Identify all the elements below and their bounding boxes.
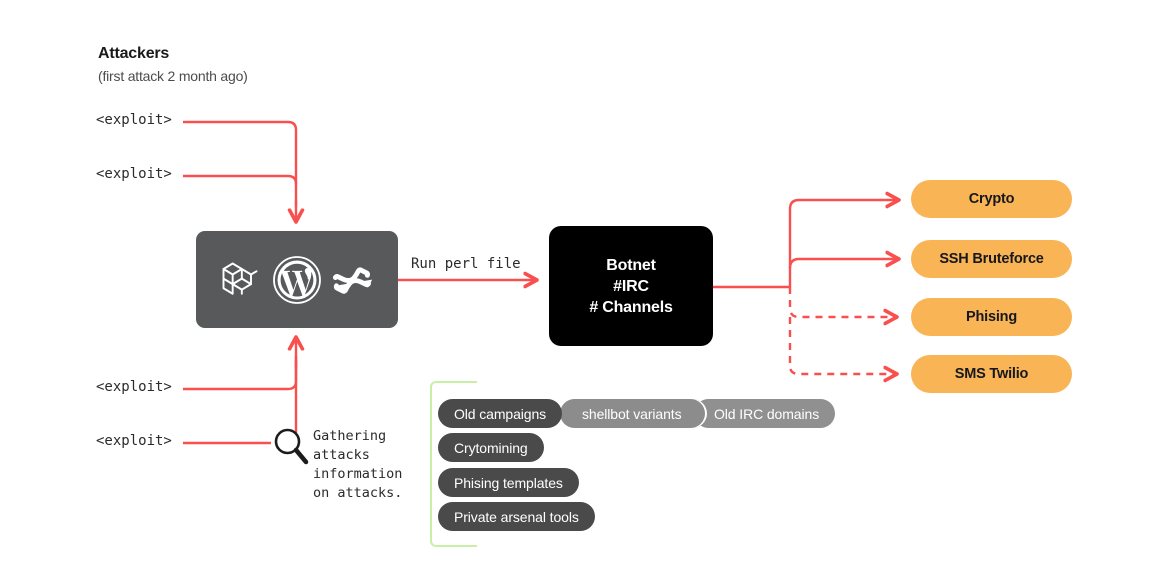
- edge-exploit2: [183, 174, 298, 185]
- edge-outcome-crypto: [788, 200, 899, 287]
- laravel-icon: [218, 258, 262, 302]
- tag-private-arsenal-tools[interactable]: Private arsenal tools: [438, 502, 595, 531]
- outcome-phising[interactable]: Phising: [911, 298, 1072, 336]
- exploit-label-3: <exploit>: [96, 379, 172, 395]
- outcome-crypto[interactable]: Crypto: [911, 180, 1072, 218]
- edge-outcome-phising: [788, 287, 897, 317]
- outcome-ssh-bruteforce[interactable]: SSH Bruteforce: [911, 240, 1072, 278]
- page-title: Attackers: [98, 45, 170, 62]
- tag-old-irc-domains[interactable]: Old IRC domains: [694, 399, 836, 428]
- run-perl-label: Run perl file: [411, 256, 521, 272]
- search-icon: [271, 425, 311, 467]
- edge-exploit3: [183, 356, 298, 391]
- botnet-label: Botnet #IRC # Channels: [589, 256, 673, 316]
- tag-old-campaigns[interactable]: Old campaigns: [438, 399, 563, 428]
- edge-outcome-ssh: [788, 259, 899, 269]
- exploit-label-1: <exploit>: [96, 112, 172, 128]
- wordpress-icon: [271, 254, 323, 306]
- exploit-label-4: <exploit>: [96, 433, 172, 449]
- confluence-icon: [332, 258, 376, 302]
- edge-outcome-sms: [788, 317, 897, 374]
- exploit-label-2: <exploit>: [96, 166, 172, 182]
- tag-crytomining[interactable]: Crytomining: [438, 433, 544, 462]
- botnet-box: Botnet #IRC # Channels: [549, 226, 713, 346]
- outcome-sms-twilio[interactable]: SMS Twilio: [911, 355, 1072, 393]
- tag-shellbot-variants[interactable]: shellbot variants: [560, 399, 708, 428]
- compromised-cms-box: [196, 231, 398, 328]
- edge-exploit1: [183, 120, 298, 206]
- diagram-canvas: Attackers (first attack 2 month ago) <ex…: [0, 0, 1170, 585]
- tag-phising-templates[interactable]: Phising templates: [438, 468, 579, 497]
- page-subtitle: (first attack 2 month ago): [98, 68, 248, 84]
- gathering-note: Gathering attacks information on attacks…: [313, 428, 403, 501]
